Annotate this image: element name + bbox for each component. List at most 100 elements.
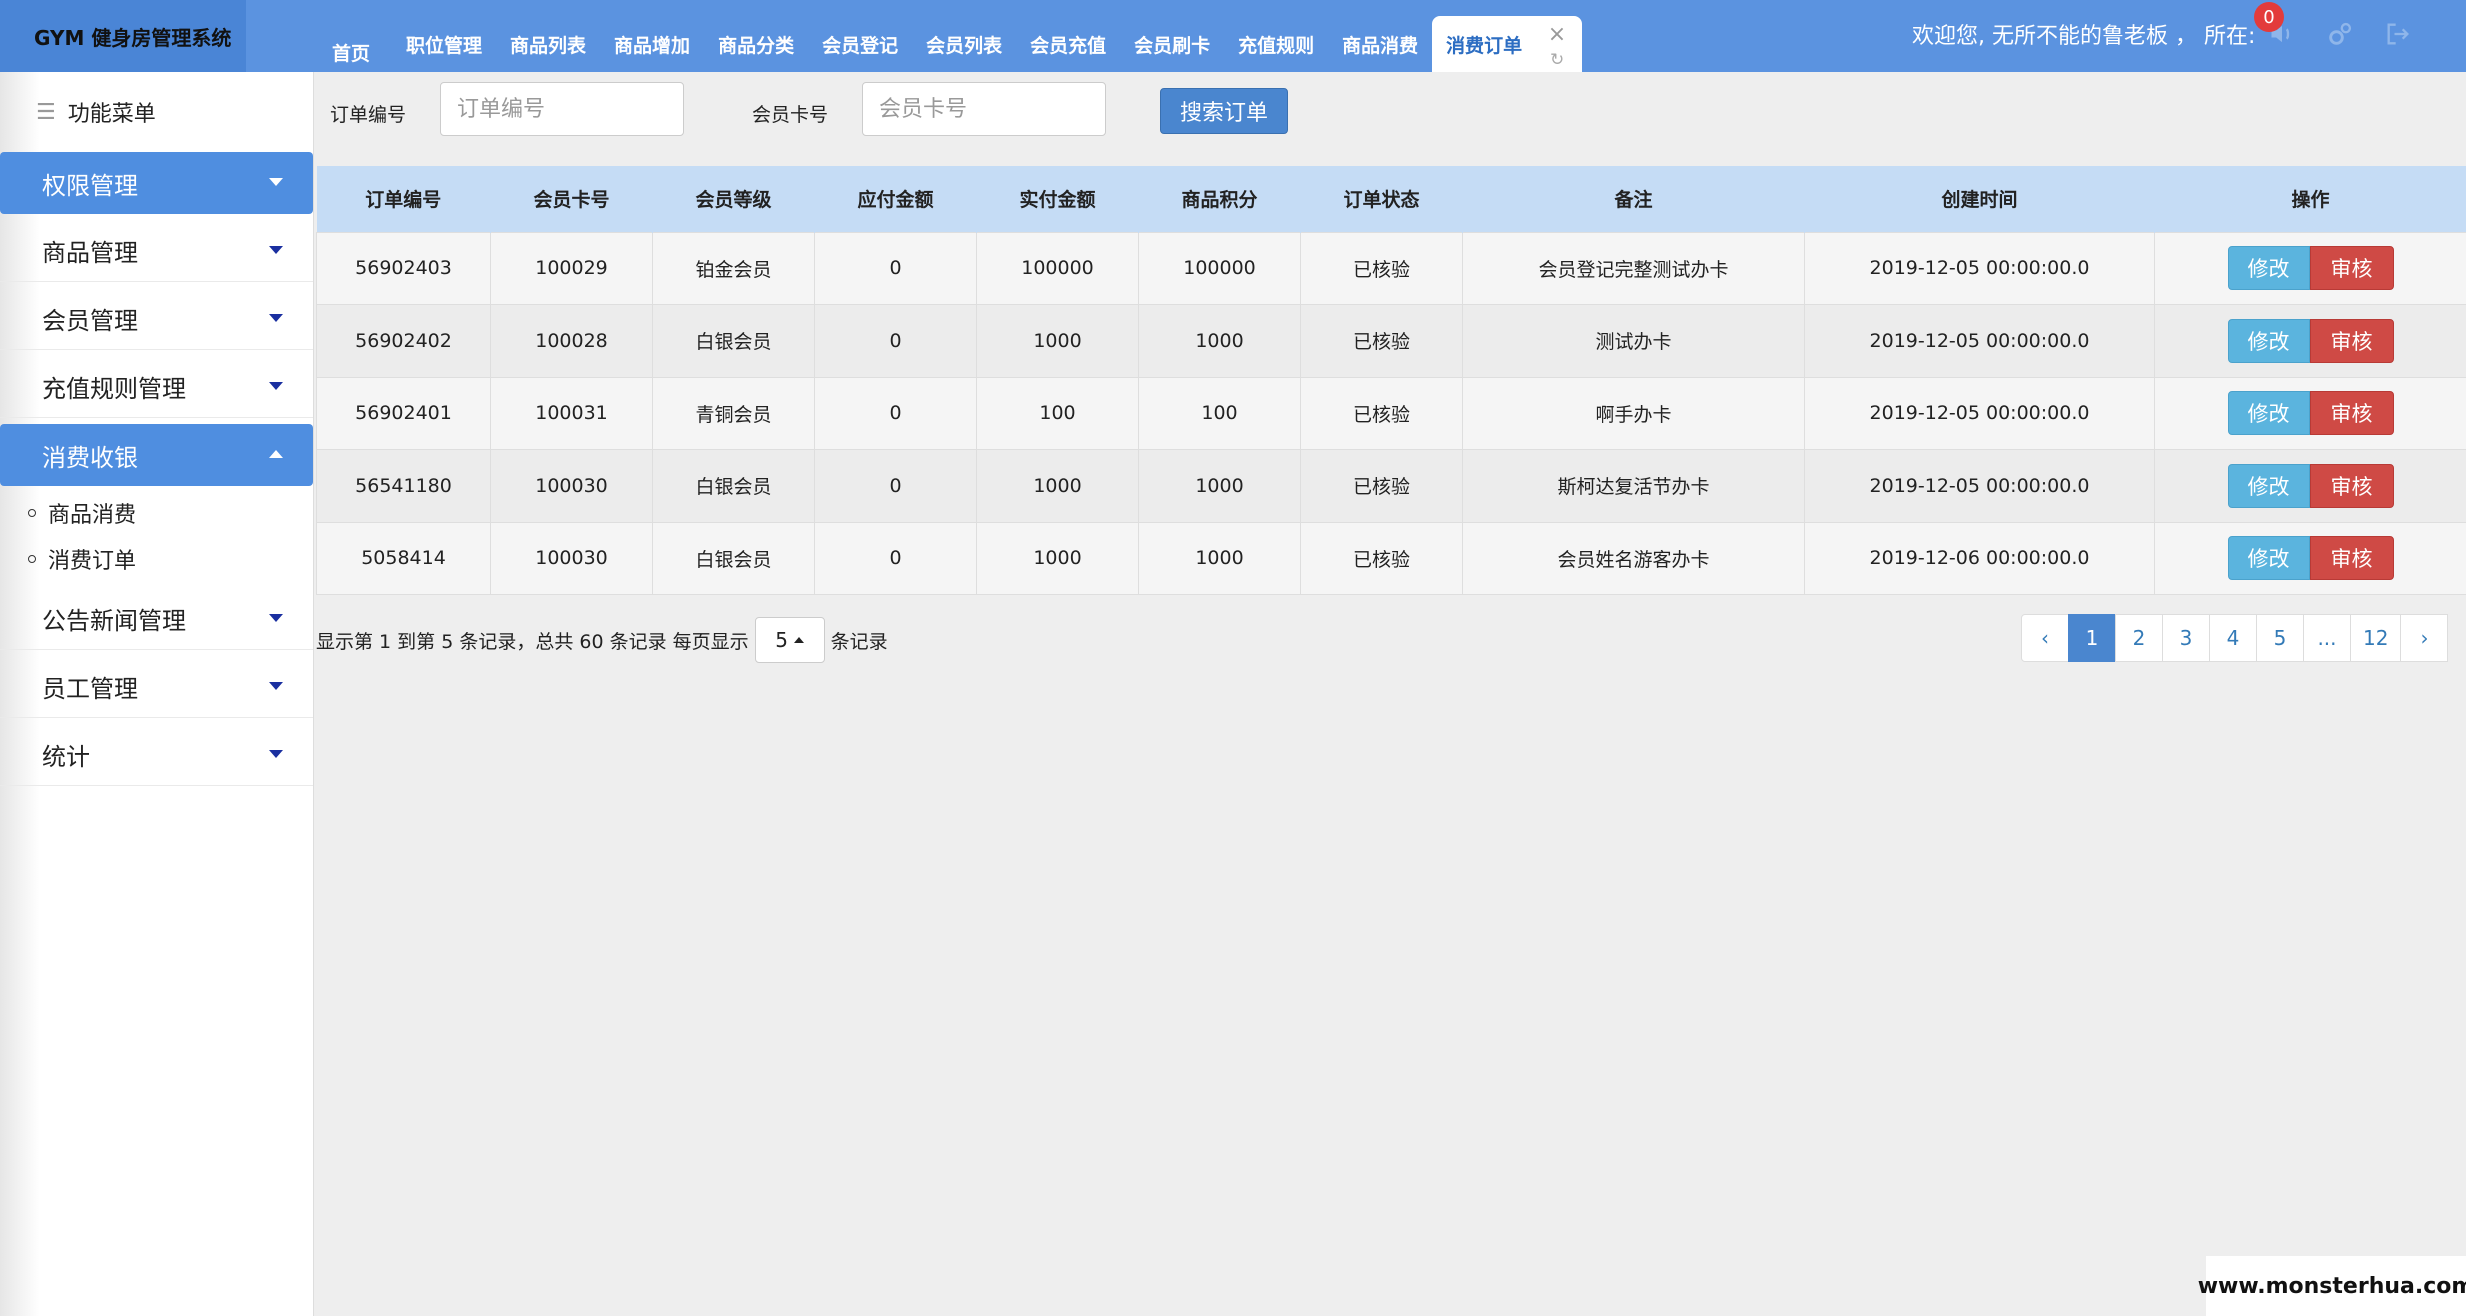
cell-order-status: 已核验 bbox=[1300, 304, 1463, 378]
sidebar-item-consume-cashier[interactable]: 消费收银 bbox=[0, 424, 313, 486]
cell-created-time: 2019-12-05 00:00:00.0 bbox=[1804, 231, 2155, 305]
audit-button[interactable]: 审核 bbox=[2309, 463, 2394, 508]
circle-bullet-icon bbox=[28, 555, 36, 563]
edit-button[interactable]: 修改 bbox=[2227, 318, 2310, 363]
sidebar-item-permission-management[interactable]: 权限管理 bbox=[0, 152, 313, 214]
welcome-text: 欢迎您, 无所不能的鲁老板 ， 所在: bbox=[1912, 24, 2256, 49]
cell-order-status: 已核验 bbox=[1300, 376, 1463, 450]
caret-up-icon bbox=[269, 450, 283, 458]
page-button-5[interactable]: 5 bbox=[2256, 614, 2304, 662]
col-header-member-card[interactable]: 会员卡号 bbox=[490, 166, 653, 232]
sidebar-item-notice-news-management[interactable]: 公告新闻管理 bbox=[0, 588, 313, 650]
tab-member-list[interactable]: 会员列表 bbox=[912, 16, 1016, 72]
tab-consume-orders[interactable]: 消费订单 × ↻ bbox=[1432, 16, 1583, 72]
page-next-button[interactable]: › bbox=[2400, 614, 2449, 662]
sidebar-item-statistics[interactable]: 统计 bbox=[0, 724, 313, 786]
page-button-2[interactable]: 2 bbox=[2115, 614, 2163, 662]
cell-member-level: 白银会员 bbox=[652, 304, 815, 378]
cell-amount-due: 0 bbox=[814, 376, 977, 450]
cell-created-time: 2019-12-05 00:00:00.0 bbox=[1804, 304, 2155, 378]
sidebar-item-label: 统计 bbox=[42, 743, 90, 771]
col-header-order-status[interactable]: 订单状态 bbox=[1300, 166, 1463, 232]
pagination-info-suffix: 条记录 bbox=[830, 630, 888, 653]
speaker-icon[interactable]: 0 bbox=[2254, 2, 2302, 54]
col-header-created-time[interactable]: 创建时间 bbox=[1804, 166, 2155, 232]
col-header-amount-due[interactable]: 应付金额 bbox=[814, 166, 977, 232]
sidebar-subitem-product-consume[interactable]: 商品消费 bbox=[0, 490, 313, 536]
settings-icon[interactable] bbox=[2320, 14, 2360, 54]
caret-down-icon bbox=[269, 682, 283, 690]
tab-product-add[interactable]: 商品增加 bbox=[600, 16, 704, 72]
cell-amount-paid: 1000 bbox=[976, 449, 1139, 523]
page-button-1[interactable]: 1 bbox=[2068, 614, 2116, 662]
sidebar-item-staff-management[interactable]: 员工管理 bbox=[0, 656, 313, 718]
member-card-label: 会员卡号 bbox=[752, 104, 829, 126]
cell-member-level: 青铜会员 bbox=[652, 376, 815, 450]
sidebar-item-product-management[interactable]: 商品管理 bbox=[0, 220, 313, 282]
cell-actions: 修改 审核 bbox=[2154, 231, 2466, 305]
page-prev-button[interactable]: ‹ bbox=[2021, 614, 2069, 662]
caret-down-icon bbox=[269, 178, 283, 186]
cell-remark: 测试办卡 bbox=[1462, 304, 1805, 378]
sidebar-item-member-management[interactable]: 会员管理 bbox=[0, 288, 313, 350]
sidebar-item-recharge-rule-management[interactable]: 充值规则管理 bbox=[0, 356, 313, 418]
edit-button[interactable]: 修改 bbox=[2227, 463, 2310, 508]
col-header-order-number[interactable]: 订单编号 bbox=[316, 166, 491, 232]
tab-member-recharge[interactable]: 会员充值 bbox=[1016, 16, 1120, 72]
cell-member-card: 100028 bbox=[490, 304, 653, 378]
cell-member-card: 100030 bbox=[490, 449, 653, 523]
order-number-input[interactable] bbox=[440, 82, 684, 136]
page-size-select[interactable]: 5 bbox=[754, 617, 825, 663]
sidebar-item-label: 权限管理 bbox=[42, 171, 138, 200]
page-button-12[interactable]: 12 bbox=[2350, 614, 2402, 662]
cell-member-card: 100030 bbox=[490, 521, 653, 595]
caret-down-icon bbox=[269, 382, 283, 390]
caret-down-icon bbox=[269, 750, 283, 758]
tab-home[interactable]: 首页 bbox=[318, 16, 384, 72]
close-icon[interactable]: × bbox=[1548, 22, 1566, 47]
cell-points: 100000 bbox=[1138, 231, 1301, 305]
page-button-4[interactable]: 4 bbox=[2209, 614, 2257, 662]
col-header-amount-paid[interactable]: 实付金额 bbox=[976, 166, 1139, 232]
table-header-row: 订单编号 会员卡号 会员等级 应付金额 实付金额 商品积分 订单状态 备注 创建… bbox=[316, 166, 2466, 232]
edit-button[interactable]: 修改 bbox=[2227, 536, 2310, 581]
tab-member-card-swipe[interactable]: 会员刷卡 bbox=[1120, 16, 1224, 72]
col-header-points[interactable]: 商品积分 bbox=[1138, 166, 1301, 232]
edit-button[interactable]: 修改 bbox=[2227, 246, 2310, 291]
sidebar-item-label: 员工管理 bbox=[42, 675, 138, 703]
member-card-input[interactable] bbox=[862, 82, 1106, 136]
tab-position-management[interactable]: 职位管理 bbox=[392, 16, 496, 72]
caret-down-icon bbox=[269, 314, 283, 322]
notification-badge: 0 bbox=[2254, 2, 2284, 32]
audit-button[interactable]: 审核 bbox=[2309, 536, 2394, 581]
header-icons: 0 bbox=[2254, 2, 2418, 54]
logout-icon[interactable] bbox=[2378, 14, 2418, 54]
audit-button[interactable]: 审核 bbox=[2309, 318, 2394, 363]
cell-points: 1000 bbox=[1138, 521, 1301, 595]
cell-created-time: 2019-12-05 00:00:00.0 bbox=[1804, 376, 2155, 450]
audit-button[interactable]: 审核 bbox=[2309, 391, 2394, 436]
cell-order-number: 56902402 bbox=[316, 304, 491, 378]
audit-button[interactable]: 审核 bbox=[2309, 246, 2394, 291]
pagination-info: 显示第 1 到第 5 条记录，总共 60 条记录 每页显示 5 条记录 bbox=[316, 616, 888, 664]
table-row: 56541180 100030 白银会员 0 1000 1000 已核验 斯柯达… bbox=[316, 449, 2466, 523]
sidebar-subitem-consume-orders[interactable]: 消费订单 bbox=[0, 536, 313, 582]
sidebar-item-label: 消费收银 bbox=[42, 443, 138, 472]
cell-actions: 修改 审核 bbox=[2154, 449, 2466, 523]
sidebar-item-label: 商品管理 bbox=[42, 239, 138, 267]
table-row: 56902403 100029 铂金会员 0 100000 100000 已核验… bbox=[316, 231, 2466, 305]
page-button-3[interactable]: 3 bbox=[2162, 614, 2210, 662]
tab-product-list[interactable]: 商品列表 bbox=[496, 16, 600, 72]
tab-member-register[interactable]: 会员登记 bbox=[808, 16, 912, 72]
cell-order-status: 已核验 bbox=[1300, 521, 1463, 595]
page-ellipsis[interactable]: ... bbox=[2303, 614, 2351, 662]
refresh-icon[interactable]: ↻ bbox=[1550, 50, 1564, 70]
cell-points: 1000 bbox=[1138, 449, 1301, 523]
col-header-member-level[interactable]: 会员等级 bbox=[652, 166, 815, 232]
search-order-button[interactable]: 搜索订单 bbox=[1160, 88, 1288, 134]
edit-button[interactable]: 修改 bbox=[2227, 391, 2310, 436]
tab-product-category[interactable]: 商品分类 bbox=[704, 16, 808, 72]
col-header-remark[interactable]: 备注 bbox=[1462, 166, 1805, 232]
tab-recharge-rules[interactable]: 充值规则 bbox=[1224, 16, 1328, 72]
tab-product-consume[interactable]: 商品消费 bbox=[1328, 16, 1432, 72]
